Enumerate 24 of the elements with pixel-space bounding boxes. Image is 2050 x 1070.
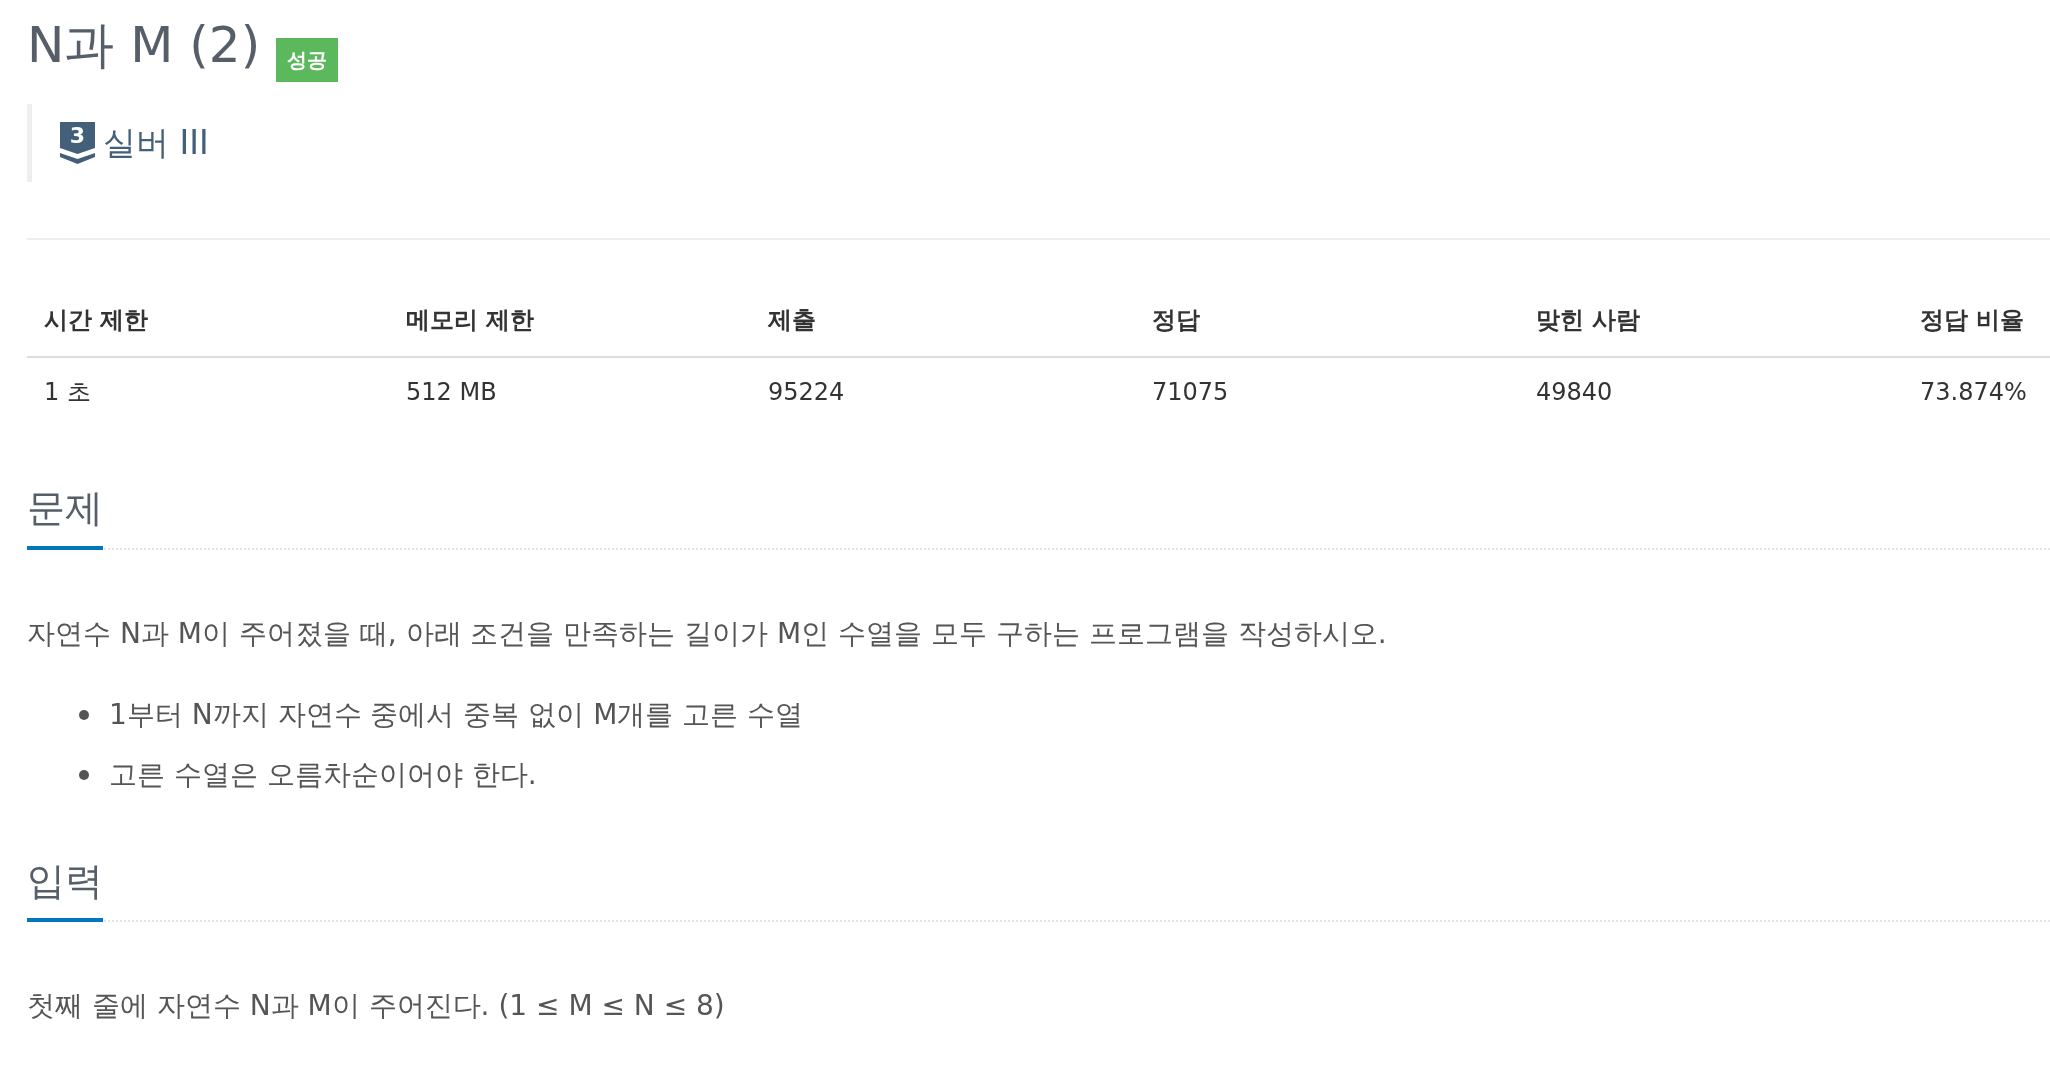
table-cell: 71075 bbox=[1135, 357, 1519, 426]
bullet-icon bbox=[79, 709, 89, 720]
table-cell: 73.874% bbox=[1903, 357, 2050, 426]
column-header: 정답 bbox=[1135, 282, 1519, 357]
column-header: 제출 bbox=[751, 282, 1135, 357]
result-badge: 성공 bbox=[276, 38, 339, 82]
bullet-icon bbox=[79, 769, 89, 780]
table-cell: 512 MB bbox=[389, 357, 751, 426]
list-item: 고른 수열은 오름차순이어야 한다. bbox=[109, 757, 537, 794]
section-heading: 문제 bbox=[27, 486, 103, 550]
column-header: 메모리 제한 bbox=[389, 282, 751, 357]
paragraph: 자연수 N과 M이 주어졌을 때, 아래 조건을 만족하는 길이가 M인 수열을 모두 구하는 프로그램을 작성하시오. bbox=[27, 615, 1388, 652]
problem-title: N과 M (2) bbox=[27, 18, 261, 73]
column-header: 맞힌 사람 bbox=[1519, 282, 1903, 357]
list-item: 1부터 N까지 자연수 중에서 중복 없이 M개를 고른 수열 bbox=[109, 697, 804, 734]
section-heading: 입력 bbox=[27, 858, 103, 923]
table-cell: 1 초 bbox=[27, 357, 389, 426]
column-header: 정답 비율 bbox=[1903, 282, 2050, 357]
tier-label: 실버 III bbox=[103, 123, 209, 163]
table-cell: 49840 bbox=[1519, 357, 1903, 426]
paragraph: 첫째 줄에 자연수 N과 M이 주어진다. (1 ≤ M ≤ N ≤ 8) bbox=[27, 988, 726, 1025]
table-cell: 95224 bbox=[751, 357, 1135, 426]
tier-badge: 3 bbox=[60, 122, 95, 164]
column-header: 시간 제한 bbox=[27, 282, 389, 357]
